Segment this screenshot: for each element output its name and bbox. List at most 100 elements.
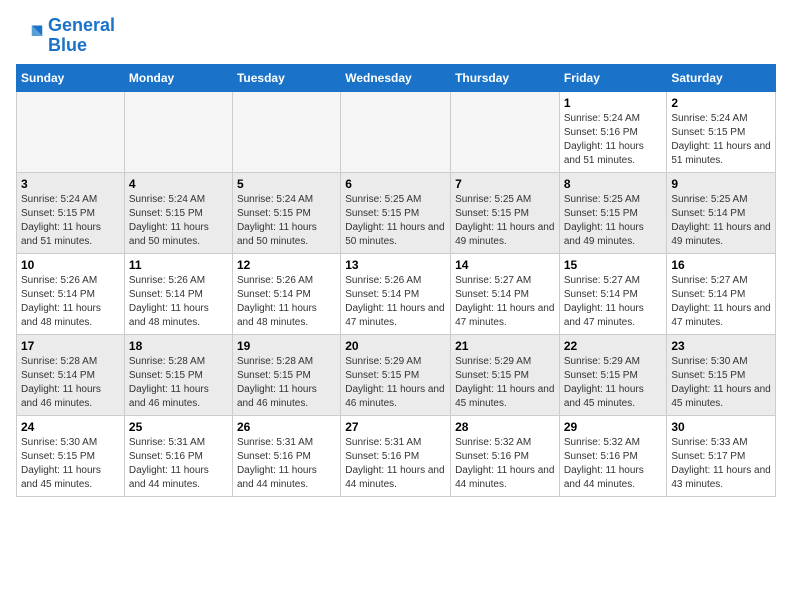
day-number: 10	[21, 258, 120, 272]
day-info: Sunrise: 5:25 AM Sunset: 5:15 PM Dayligh…	[564, 193, 663, 249]
day-number: 25	[129, 420, 228, 434]
day-number: 23	[671, 339, 771, 353]
calendar-cell: 12 Sunrise: 5:26 AM Sunset: 5:14 PM Dayli…	[232, 253, 340, 334]
calendar-cell	[232, 91, 340, 172]
calendar-week-1: 1 Sunrise: 5:24 AM Sunset: 5:16 PM Daylig…	[17, 91, 776, 172]
calendar-week-5: 24 Sunrise: 5:30 AM Sunset: 5:15 PM Dayli…	[17, 415, 776, 496]
col-header-wednesday: Wednesday	[341, 64, 451, 91]
day-number: 8	[564, 177, 663, 191]
day-number: 6	[345, 177, 446, 191]
col-header-tuesday: Tuesday	[232, 64, 340, 91]
day-number: 5	[237, 177, 336, 191]
calendar-cell: 14 Sunrise: 5:27 AM Sunset: 5:14 PM Dayli…	[451, 253, 560, 334]
calendar-week-4: 17 Sunrise: 5:28 AM Sunset: 5:14 PM Dayli…	[17, 334, 776, 415]
calendar-cell: 4 Sunrise: 5:24 AM Sunset: 5:15 PM Daylig…	[124, 172, 232, 253]
logo: General Blue	[16, 16, 115, 56]
calendar-header-row: SundayMondayTuesdayWednesdayThursdayFrid…	[17, 64, 776, 91]
calendar-cell: 29 Sunrise: 5:32 AM Sunset: 5:16 PM Dayli…	[559, 415, 667, 496]
calendar-week-3: 10 Sunrise: 5:26 AM Sunset: 5:14 PM Dayli…	[17, 253, 776, 334]
col-header-monday: Monday	[124, 64, 232, 91]
day-info: Sunrise: 5:29 AM Sunset: 5:15 PM Dayligh…	[564, 355, 663, 411]
day-number: 27	[345, 420, 446, 434]
col-header-friday: Friday	[559, 64, 667, 91]
day-number: 14	[455, 258, 555, 272]
day-number: 26	[237, 420, 336, 434]
day-info: Sunrise: 5:26 AM Sunset: 5:14 PM Dayligh…	[21, 274, 120, 330]
day-info: Sunrise: 5:26 AM Sunset: 5:14 PM Dayligh…	[237, 274, 336, 330]
calendar-cell: 7 Sunrise: 5:25 AM Sunset: 5:15 PM Daylig…	[451, 172, 560, 253]
calendar-cell: 19Sunrise: 5:28 AM Sunset: 5:15 PM Dayli…	[232, 334, 340, 415]
day-info: Sunrise: 5:31 AM Sunset: 5:16 PM Dayligh…	[129, 436, 228, 492]
page-header: General Blue	[16, 16, 776, 56]
day-info: Sunrise: 5:33 AM Sunset: 5:17 PM Dayligh…	[671, 436, 771, 492]
day-info: Sunrise: 5:26 AM Sunset: 5:14 PM Dayligh…	[345, 274, 446, 330]
calendar-cell: 27 Sunrise: 5:31 AM Sunset: 5:16 PM Dayli…	[341, 415, 451, 496]
calendar-cell: 1 Sunrise: 5:24 AM Sunset: 5:16 PM Daylig…	[559, 91, 667, 172]
day-info: Sunrise: 5:29 AM Sunset: 5:15 PM Dayligh…	[345, 355, 446, 411]
day-info: Sunrise: 5:26 AM Sunset: 5:14 PM Dayligh…	[129, 274, 228, 330]
day-number: 1	[564, 96, 663, 110]
calendar-cell: 13 Sunrise: 5:26 AM Sunset: 5:14 PM Dayli…	[341, 253, 451, 334]
day-info: Sunrise: 5:27 AM Sunset: 5:14 PM Dayligh…	[671, 274, 771, 330]
calendar-cell: 17 Sunrise: 5:28 AM Sunset: 5:14 PM Dayli…	[17, 334, 125, 415]
day-info: Sunrise: 5:24 AM Sunset: 5:16 PM Dayligh…	[564, 112, 663, 168]
day-info: Sunrise: 5:32 AM Sunset: 5:16 PM Dayligh…	[455, 436, 555, 492]
calendar-cell	[17, 91, 125, 172]
col-header-sunday: Sunday	[17, 64, 125, 91]
day-number: 24	[21, 420, 120, 434]
calendar-cell: 16Sunrise: 5:27 AM Sunset: 5:14 PM Dayli…	[667, 253, 776, 334]
day-info: Sunrise: 5:27 AM Sunset: 5:14 PM Dayligh…	[455, 274, 555, 330]
calendar-cell: 24 Sunrise: 5:30 AM Sunset: 5:15 PM Dayli…	[17, 415, 125, 496]
logo-icon	[16, 22, 44, 50]
day-info: Sunrise: 5:24 AM Sunset: 5:15 PM Dayligh…	[21, 193, 120, 249]
day-number: 7	[455, 177, 555, 191]
calendar-cell: 10 Sunrise: 5:26 AM Sunset: 5:14 PM Dayli…	[17, 253, 125, 334]
day-number: 29	[564, 420, 663, 434]
day-info: Sunrise: 5:28 AM Sunset: 5:14 PM Dayligh…	[21, 355, 120, 411]
calendar-table: SundayMondayTuesdayWednesdayThursdayFrid…	[16, 64, 776, 497]
day-number: 21	[455, 339, 555, 353]
calendar-cell: 11Sunrise: 5:26 AM Sunset: 5:14 PM Dayli…	[124, 253, 232, 334]
day-info: Sunrise: 5:32 AM Sunset: 5:16 PM Dayligh…	[564, 436, 663, 492]
calendar-cell: 28 Sunrise: 5:32 AM Sunset: 5:16 PM Dayli…	[451, 415, 560, 496]
day-info: Sunrise: 5:29 AM Sunset: 5:15 PM Dayligh…	[455, 355, 555, 411]
day-number: 3	[21, 177, 120, 191]
calendar-cell: 30 Sunrise: 5:33 AM Sunset: 5:17 PM Dayli…	[667, 415, 776, 496]
day-info: Sunrise: 5:28 AM Sunset: 5:15 PM Dayligh…	[237, 355, 336, 411]
day-number: 9	[671, 177, 771, 191]
day-info: Sunrise: 5:31 AM Sunset: 5:16 PM Dayligh…	[237, 436, 336, 492]
day-number: 30	[671, 420, 771, 434]
col-header-thursday: Thursday	[451, 64, 560, 91]
day-info: Sunrise: 5:30 AM Sunset: 5:15 PM Dayligh…	[671, 355, 771, 411]
col-header-saturday: Saturday	[667, 64, 776, 91]
day-number: 12	[237, 258, 336, 272]
day-info: Sunrise: 5:30 AM Sunset: 5:15 PM Dayligh…	[21, 436, 120, 492]
day-info: Sunrise: 5:24 AM Sunset: 5:15 PM Dayligh…	[129, 193, 228, 249]
day-info: Sunrise: 5:25 AM Sunset: 5:15 PM Dayligh…	[345, 193, 446, 249]
day-number: 17	[21, 339, 120, 353]
day-info: Sunrise: 5:28 AM Sunset: 5:15 PM Dayligh…	[129, 355, 228, 411]
calendar-cell: 20Sunrise: 5:29 AM Sunset: 5:15 PM Dayli…	[341, 334, 451, 415]
day-info: Sunrise: 5:27 AM Sunset: 5:14 PM Dayligh…	[564, 274, 663, 330]
day-info: Sunrise: 5:25 AM Sunset: 5:15 PM Dayligh…	[455, 193, 555, 249]
day-number: 15	[564, 258, 663, 272]
day-info: Sunrise: 5:31 AM Sunset: 5:16 PM Dayligh…	[345, 436, 446, 492]
day-number: 13	[345, 258, 446, 272]
day-number: 28	[455, 420, 555, 434]
calendar-cell	[451, 91, 560, 172]
day-info: Sunrise: 5:24 AM Sunset: 5:15 PM Dayligh…	[237, 193, 336, 249]
calendar-cell: 18 Sunrise: 5:28 AM Sunset: 5:15 PM Dayli…	[124, 334, 232, 415]
day-info: Sunrise: 5:24 AM Sunset: 5:15 PM Dayligh…	[671, 112, 771, 168]
calendar-cell: 23 Sunrise: 5:30 AM Sunset: 5:15 PM Dayli…	[667, 334, 776, 415]
calendar-cell: 26 Sunrise: 5:31 AM Sunset: 5:16 PM Dayli…	[232, 415, 340, 496]
day-number: 4	[129, 177, 228, 191]
day-number: 2	[671, 96, 771, 110]
calendar-cell: 6 Sunrise: 5:25 AM Sunset: 5:15 PM Daylig…	[341, 172, 451, 253]
day-number: 18	[129, 339, 228, 353]
calendar-cell	[124, 91, 232, 172]
calendar-cell: 8 Sunrise: 5:25 AM Sunset: 5:15 PM Daylig…	[559, 172, 667, 253]
day-number: 22	[564, 339, 663, 353]
calendar-cell: 2 Sunrise: 5:24 AM Sunset: 5:15 PM Daylig…	[667, 91, 776, 172]
calendar-cell: 25 Sunrise: 5:31 AM Sunset: 5:16 PM Dayli…	[124, 415, 232, 496]
calendar-cell	[341, 91, 451, 172]
